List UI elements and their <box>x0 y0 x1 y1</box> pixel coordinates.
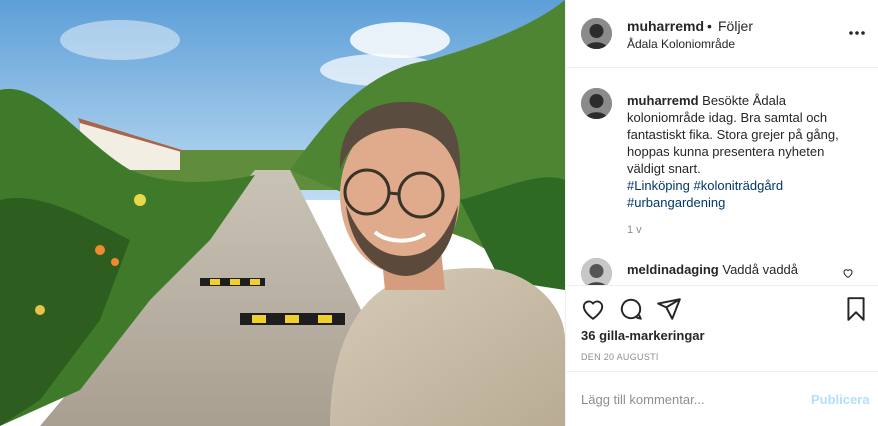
likes-count[interactable]: 36 gilla-markeringar <box>581 328 705 343</box>
location-link[interactable]: Ådala Koloniområde <box>627 37 735 51</box>
commenter-avatar[interactable] <box>581 258 612 285</box>
follow-status-button[interactable]: Följer <box>718 18 753 34</box>
more-horizontal-icon[interactable] <box>849 27 865 35</box>
caption-username-link[interactable]: muharremd <box>627 93 699 108</box>
caption-avatar[interactable] <box>581 88 612 119</box>
add-comment-bar: Publicera <box>566 371 878 426</box>
comment-like-heart-icon[interactable] <box>842 266 854 284</box>
heart-icon[interactable] <box>580 296 606 322</box>
share-icon[interactable] <box>656 296 682 322</box>
comment-username-link[interactable]: meldinadaging <box>627 262 719 277</box>
caption-hashtags[interactable]: #Linköping #koloniträdgård #urbangardeni… <box>627 178 783 210</box>
post-details-panel: muharremd • Följer Ådala Koloniområde mu… <box>565 0 878 426</box>
post-actions: 36 gilla-markeringar DEN 20 AUGUSTI <box>566 285 878 379</box>
post-header: muharremd • Följer Ådala Koloniområde <box>566 0 878 68</box>
user-avatar[interactable] <box>581 18 612 49</box>
comment-input[interactable] <box>581 389 801 409</box>
post-caption: muharremd Besökte Ådala koloniområde ida… <box>627 92 863 211</box>
caption-timestamp[interactable]: 1 v <box>627 224 642 236</box>
publish-button[interactable]: Publicera <box>811 392 870 407</box>
comment-text: Vaddå vaddå <box>722 262 799 277</box>
post-photo[interactable] <box>0 0 565 426</box>
comments-section[interactable]: muharremd Besökte Ådala koloniområde ida… <box>566 69 878 285</box>
selfie-garden-image <box>0 0 565 426</box>
post-date[interactable]: DEN 20 AUGUSTI <box>581 352 659 362</box>
comment-icon[interactable] <box>618 296 644 322</box>
comment-item: meldinadaging Vaddå vaddå <box>627 261 837 278</box>
bookmark-icon[interactable] <box>843 296 869 322</box>
username-link[interactable]: muharremd <box>627 18 704 34</box>
separator-dot: • <box>707 18 712 34</box>
